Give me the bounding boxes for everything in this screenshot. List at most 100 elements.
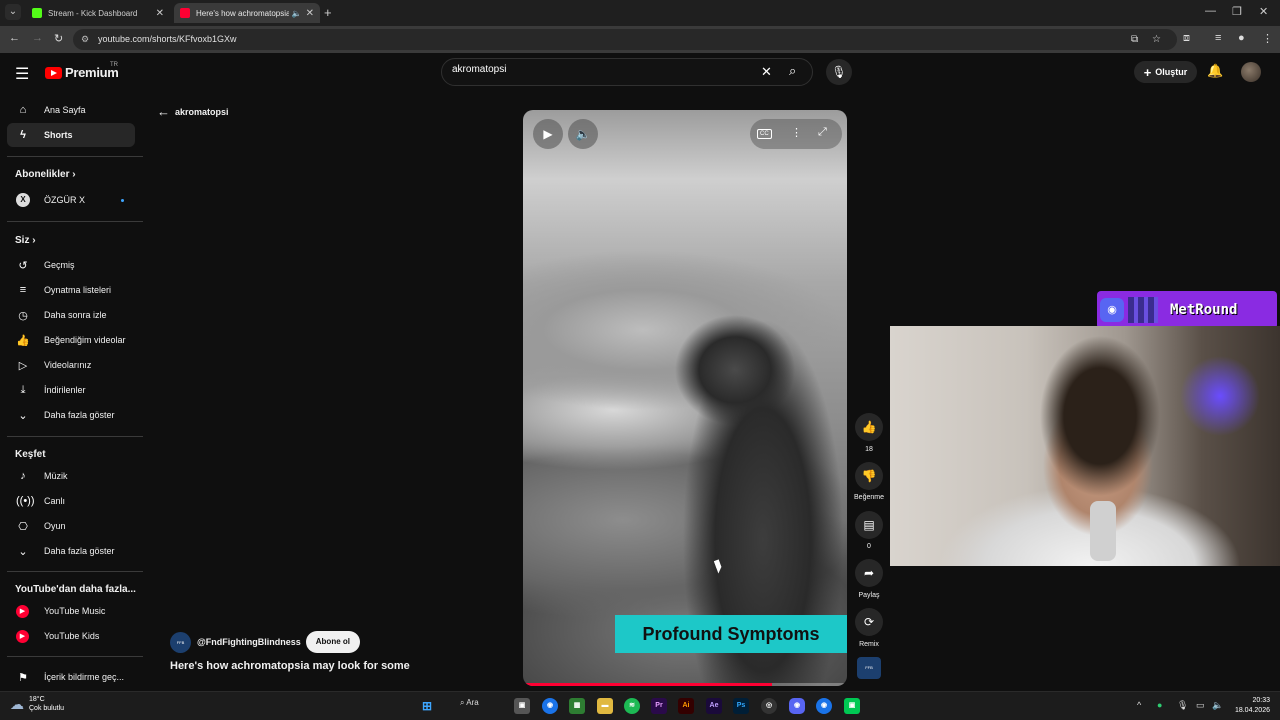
tab-youtube-short[interactable]: Here's how achromatopsia 🔈 ✕	[174, 3, 320, 23]
search-box: ✕ ⌕	[441, 58, 813, 86]
gamepad-icon: ⎔	[18, 520, 28, 533]
shorts-video-player[interactable]: ▶ 🔈 CC ⋮ ⤢ Profound Symptoms	[523, 110, 847, 686]
site-info-icon[interactable]: ⚙	[81, 34, 89, 45]
sidebar-divider	[7, 656, 143, 657]
sidebar-item-youtube-kids[interactable]: ▶ YouTube Kids	[7, 624, 135, 648]
youtube-premium-logo[interactable]: Premium TR	[45, 62, 119, 80]
weather-widget[interactable]: ☁ 18°C Çok bulutlu	[10, 695, 64, 713]
illustrator-icon[interactable]: Ai	[678, 698, 694, 714]
tray-overflow-icon[interactable]: ^	[1137, 700, 1141, 710]
clock-icon: ◷	[18, 309, 28, 322]
taskbar-search[interactable]: ⌕ Ara	[460, 698, 479, 708]
sidebar-item-show-more[interactable]: ⌄ Daha fazla göster	[7, 403, 135, 427]
you-heading[interactable]: Siz ›	[15, 235, 36, 246]
sidebar-item-watch-later[interactable]: ◷ Daha sonra izle	[7, 303, 135, 327]
status-dot-icon[interactable]: ●	[1157, 700, 1162, 710]
voice-search-mic-icon[interactable]: 🎙	[826, 59, 852, 85]
back-to-search[interactable]: ← akromatopsi	[157, 104, 229, 119]
after-effects-icon[interactable]: Ae	[706, 698, 722, 714]
sidebar-item-music[interactable]: ♪ Müzik	[7, 464, 135, 488]
hamburger-menu-icon[interactable]: ☰	[15, 64, 29, 84]
file-explorer-icon[interactable]: ▬	[597, 698, 613, 714]
create-button[interactable]: + Oluştur	[1134, 61, 1197, 83]
network-icon[interactable]: ▭	[1196, 700, 1205, 711]
bookmark-star-icon[interactable]: ☆	[1152, 34, 1161, 45]
back-icon[interactable]: ←	[9, 32, 20, 44]
sidebar-item-history[interactable]: ↺ Geçmiş	[7, 253, 135, 277]
sidebar-item-channel[interactable]: X ÖZGÜR X	[7, 188, 135, 212]
sidebar-item-downloads[interactable]: ⤓ İndirilenler	[7, 378, 135, 402]
volume-tray-icon[interactable]: 🔈	[1212, 700, 1223, 711]
video-progress-bar[interactable]	[523, 683, 847, 686]
chrome-icon[interactable]: ◉	[542, 698, 558, 714]
media-control-icon[interactable]: ≡	[1215, 32, 1221, 44]
close-tab-icon[interactable]: ✕	[306, 8, 314, 19]
maximize-icon[interactable]: ❐	[1232, 5, 1242, 18]
sidebar-item-show-more-explore[interactable]: ⌄ Daha fazla göster	[7, 539, 135, 563]
browser-tab-bar: ⌄ Stream - Kick Dashboard ✕ Here's how a…	[0, 0, 1280, 26]
microphone-icon[interactable]: 🎙	[1177, 700, 1188, 711]
fullscreen-icon[interactable]: ⤢	[818, 126, 827, 139]
clear-search-icon[interactable]: ✕	[761, 64, 772, 80]
sidebar-item-label: Daha sonra izle	[44, 310, 107, 320]
sidebar-item-youtube-music[interactable]: ▶ YouTube Music	[7, 599, 135, 623]
search-input[interactable]	[452, 64, 752, 75]
remix-label: Remix	[859, 641, 879, 648]
sidebar-item-label: Daha fazla göster	[44, 410, 115, 420]
chrome-icon[interactable]: ◉	[816, 698, 832, 714]
account-avatar[interactable]	[1241, 62, 1261, 82]
sidebar-item-live[interactable]: ((•)) Canlı	[7, 489, 135, 513]
sidebar-item-report-history[interactable]: ⚑ İçerik bildirme geç...	[7, 665, 135, 689]
sidebar-item-your-videos[interactable]: ▷ Videolarınız	[7, 353, 135, 377]
url-text[interactable]: youtube.com/shorts/KFfvoxb1GXw	[98, 34, 237, 44]
channel-handle[interactable]: @FndFightingBlindness	[197, 637, 301, 647]
like-button[interactable]: 👍	[855, 413, 883, 441]
sidebar-item-shorts[interactable]: ϟ Shorts	[7, 123, 135, 147]
spotify-icon[interactable]: ≋	[624, 698, 640, 714]
premiere-pro-icon[interactable]: Pr	[651, 698, 667, 714]
webcam-feed	[890, 326, 1280, 566]
play-icon[interactable]: ▶	[533, 119, 563, 149]
minimize-icon[interactable]: —	[1205, 5, 1216, 17]
forward-icon[interactable]: →	[32, 32, 43, 44]
minecraft-icon[interactable]: ▦	[569, 698, 585, 714]
profile-icon[interactable]: ●	[1238, 32, 1245, 44]
speaker-icon[interactable]: 🔈	[292, 9, 302, 18]
remix-button[interactable]: ⟳	[855, 608, 883, 636]
more-options-icon[interactable]: ⋮	[791, 126, 802, 139]
tab-search-button[interactable]: ⌄	[5, 4, 21, 20]
sidebar-item-home[interactable]: ⌂ Ana Sayfa	[7, 98, 135, 122]
discord-icon[interactable]: ◉	[789, 698, 805, 714]
omnibox[interactable]: ⚙ youtube.com/shorts/KFfvoxb1GXw ⧉ ☆	[73, 29, 1177, 50]
notifications-bell-icon[interactable]: 🔔	[1207, 63, 1223, 79]
channel-thumbnail[interactable]: FFB	[857, 657, 881, 679]
comments-button[interactable]: ▤	[855, 511, 883, 539]
kick-app-icon[interactable]: ▣	[844, 698, 860, 714]
browser-menu-icon[interactable]: ⋮	[1262, 32, 1273, 45]
close-window-icon[interactable]: ✕	[1259, 5, 1268, 18]
task-view-icon[interactable]: ▣	[514, 698, 530, 714]
subscriptions-heading[interactable]: Abonelikler ›	[15, 169, 76, 180]
new-tab-button[interactable]: +	[324, 5, 332, 20]
share-button[interactable]: ➦	[855, 559, 883, 587]
progress-fill	[523, 683, 773, 686]
extensions-icon[interactable]: ⧈	[1183, 32, 1190, 45]
search-icon[interactable]: ⌕	[789, 63, 796, 79]
volume-icon[interactable]: 🔈	[568, 119, 598, 149]
windows-start-icon[interactable]: ⊞	[419, 698, 435, 714]
obs-icon[interactable]: ◎	[761, 698, 777, 714]
sidebar-item-gaming[interactable]: ⎔ Oyun	[7, 514, 135, 538]
close-tab-icon[interactable]: ✕	[156, 8, 164, 19]
system-clock[interactable]: 20:33 18.04.2026	[1230, 696, 1270, 716]
sidebar-item-liked[interactable]: 👍 Beğendiğim videolar	[7, 328, 135, 352]
subscribe-button[interactable]: Abone ol	[305, 631, 360, 653]
cast-icon[interactable]: ⧉	[1131, 34, 1138, 45]
dislike-button[interactable]: 👎	[855, 462, 883, 490]
search-term-label: akromatopsi	[175, 106, 229, 117]
photoshop-icon[interactable]: Ps	[733, 698, 749, 714]
reload-icon[interactable]: ↻	[54, 32, 63, 45]
channel-logo[interactable]: FFB	[170, 631, 191, 653]
tab-kick-dashboard[interactable]: Stream - Kick Dashboard ✕	[26, 3, 170, 23]
captions-icon[interactable]: CC	[757, 129, 772, 139]
sidebar-item-playlists[interactable]: ≡ Oynatma listeleri	[7, 278, 135, 302]
